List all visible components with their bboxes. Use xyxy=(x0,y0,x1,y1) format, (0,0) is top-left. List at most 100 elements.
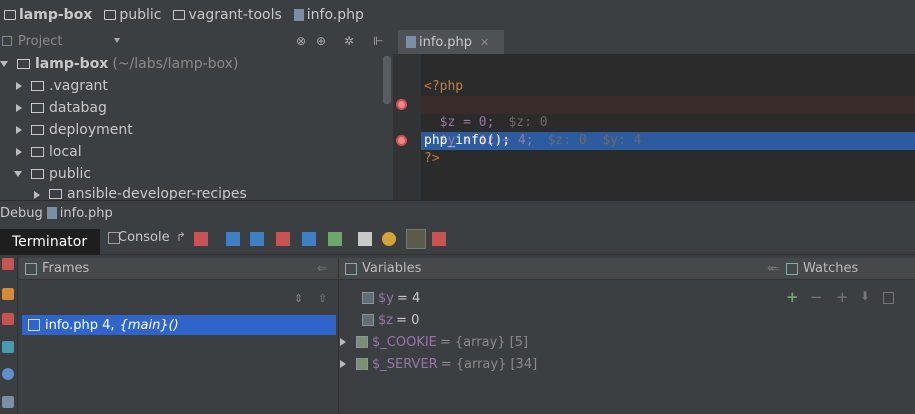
breadcrumb-item-public[interactable]: public xyxy=(104,7,161,23)
tree-item-lamp-box[interactable]: lamp-box (~/labs/lamp-box) xyxy=(0,53,238,75)
add-watch-icon[interactable]: + xyxy=(786,288,799,306)
filter-icon[interactable]: ⇧ xyxy=(318,292,327,305)
expand-arrow-icon[interactable] xyxy=(16,148,22,156)
settings-icon[interactable] xyxy=(2,368,14,380)
move-up-icon[interactable]: + xyxy=(836,288,849,306)
code-line: $z = 0; $z: 0 xyxy=(439,115,548,130)
folder-icon xyxy=(31,125,44,135)
stop-icon[interactable] xyxy=(2,258,14,270)
folder-icon xyxy=(31,147,44,157)
variable-icon xyxy=(362,314,374,326)
collapse-icon[interactable]: ⇐ xyxy=(317,261,327,275)
tree-item-deployment[interactable]: deployment xyxy=(16,119,133,141)
folder-icon xyxy=(4,10,16,20)
folder-icon xyxy=(31,103,44,113)
show-execution-point-icon[interactable] xyxy=(194,232,208,246)
php-file-icon xyxy=(46,207,57,219)
watches-title: Watches xyxy=(803,261,859,276)
tree-item-local[interactable]: local xyxy=(16,141,82,163)
run-to-cursor-icon[interactable] xyxy=(328,232,342,246)
toggle-icon[interactable] xyxy=(406,229,426,249)
breadcrumb-item-lamp-box[interactable]: lamp-box xyxy=(4,7,92,23)
close-tab-icon[interactable]: ✕ xyxy=(480,36,489,49)
copy-icon[interactable] xyxy=(883,292,894,304)
folder-icon xyxy=(31,81,44,91)
project-panel-header: Project ⊗ ⊕ ✲ ⊩ xyxy=(0,30,393,52)
hide-panel-icon[interactable]: ⊩ xyxy=(373,34,383,48)
expand-arrow-icon[interactable] xyxy=(0,61,8,67)
folder-icon xyxy=(17,59,30,69)
remove-watch-icon[interactable]: − xyxy=(810,288,823,306)
breadcrumb-item-vagrant-tools[interactable]: vagrant-tools xyxy=(173,7,282,23)
debug-config-name[interactable]: info.php xyxy=(60,206,113,221)
watches-icon xyxy=(786,262,798,275)
tree-item-ansible-developer-recipes[interactable]: ansible-developer-recipes xyxy=(34,185,247,200)
restart-icon[interactable] xyxy=(2,341,14,353)
code-line: <?php xyxy=(424,79,464,94)
editor-gutter[interactable] xyxy=(393,54,421,200)
variable-row[interactable]: $z = 0 xyxy=(362,309,419,331)
breadcrumb-item-info-php[interactable]: info.php xyxy=(293,7,364,23)
variable-row[interactable]: $y = 4 xyxy=(362,287,420,309)
frames-icon xyxy=(25,262,37,275)
expand-arrow-icon[interactable] xyxy=(16,104,22,112)
step-into-icon[interactable] xyxy=(250,232,264,246)
editor-tab-info-php[interactable]: info.php ✕ xyxy=(398,30,504,54)
breakpoint-icon[interactable] xyxy=(396,135,407,146)
expand-arrow-icon[interactable] xyxy=(16,82,22,90)
gear-icon[interactable]: ✲ xyxy=(344,34,354,48)
code-line: $y = $z + 4; $z: 0 $y: 4 xyxy=(439,133,642,148)
code-line-current: php_info(); xyxy=(424,133,511,148)
scroll-from-source-icon[interactable]: ⊕ xyxy=(316,34,326,48)
force-step-into-icon[interactable] xyxy=(276,232,290,246)
frame-icon xyxy=(28,319,40,331)
tree-item-public[interactable]: public xyxy=(14,163,91,185)
console-tab[interactable]: Console xyxy=(118,230,170,245)
evaluate-expression-icon[interactable] xyxy=(358,232,372,246)
breakpoint-icon[interactable] xyxy=(396,99,407,110)
debug-title-bar: Debug info.php xyxy=(0,200,915,225)
project-panel-title[interactable]: Project xyxy=(18,34,62,49)
collapse-all-icon[interactable]: ⊗ xyxy=(296,34,306,48)
tree-item-databag[interactable]: databag xyxy=(16,97,107,119)
resume-icon[interactable] xyxy=(2,288,14,300)
expand-arrow-icon[interactable] xyxy=(340,338,346,346)
project-scrollbar[interactable] xyxy=(383,56,391,104)
folder-icon xyxy=(173,10,186,20)
expand-arrow-icon[interactable] xyxy=(340,360,346,368)
chevron-down-icon[interactable] xyxy=(114,38,120,43)
code-line: ?> xyxy=(424,151,440,166)
frame-row[interactable]: info.php 4, {main}() xyxy=(22,315,336,335)
tree-item-vagrant[interactable]: .vagrant xyxy=(16,75,108,97)
variables-title: Variables xyxy=(362,261,422,276)
php-file-icon xyxy=(293,9,304,21)
debug-label: Debug xyxy=(0,205,43,221)
thread-icon[interactable]: ⇕ xyxy=(294,292,303,305)
breadcrumb: lamp-box public vagrant-tools info.php xyxy=(0,0,915,30)
step-out-icon[interactable] xyxy=(302,232,316,246)
expand-arrow-icon[interactable] xyxy=(16,126,22,134)
frames-panel xyxy=(19,280,338,414)
pause-icon[interactable] xyxy=(2,313,14,325)
move-down-icon[interactable]: ⬇ xyxy=(860,289,870,303)
collapse-icon[interactable]: ⇐ xyxy=(770,262,779,275)
variable-icon xyxy=(362,292,374,304)
expand-arrow-icon[interactable] xyxy=(14,171,22,177)
step-over-icon[interactable] xyxy=(226,232,240,246)
folder-icon xyxy=(31,169,44,179)
frames-title: Frames xyxy=(42,261,90,276)
pin-icon[interactable] xyxy=(2,396,14,408)
tooltip-terminator: Terminator xyxy=(0,229,100,255)
mute-breakpoints-icon[interactable] xyxy=(382,232,396,246)
chevron-right-icon[interactable]: ↱ xyxy=(176,230,186,244)
variables-panel-header: Variables ⇐ xyxy=(338,258,780,280)
variable-row[interactable]: $_COOKIE = {array} [5] xyxy=(340,331,528,353)
array-icon xyxy=(356,358,368,370)
variable-row[interactable]: $_SERVER = {array} [34] xyxy=(340,353,537,375)
folder-icon xyxy=(49,189,62,199)
variables-icon xyxy=(345,262,357,275)
watches-panel-header: Watches xyxy=(780,258,915,280)
expand-arrow-icon[interactable] xyxy=(34,191,40,199)
view-breakpoints-icon[interactable] xyxy=(432,232,446,246)
inline-debug-value: $z: 0 $y: 4 xyxy=(547,133,642,148)
